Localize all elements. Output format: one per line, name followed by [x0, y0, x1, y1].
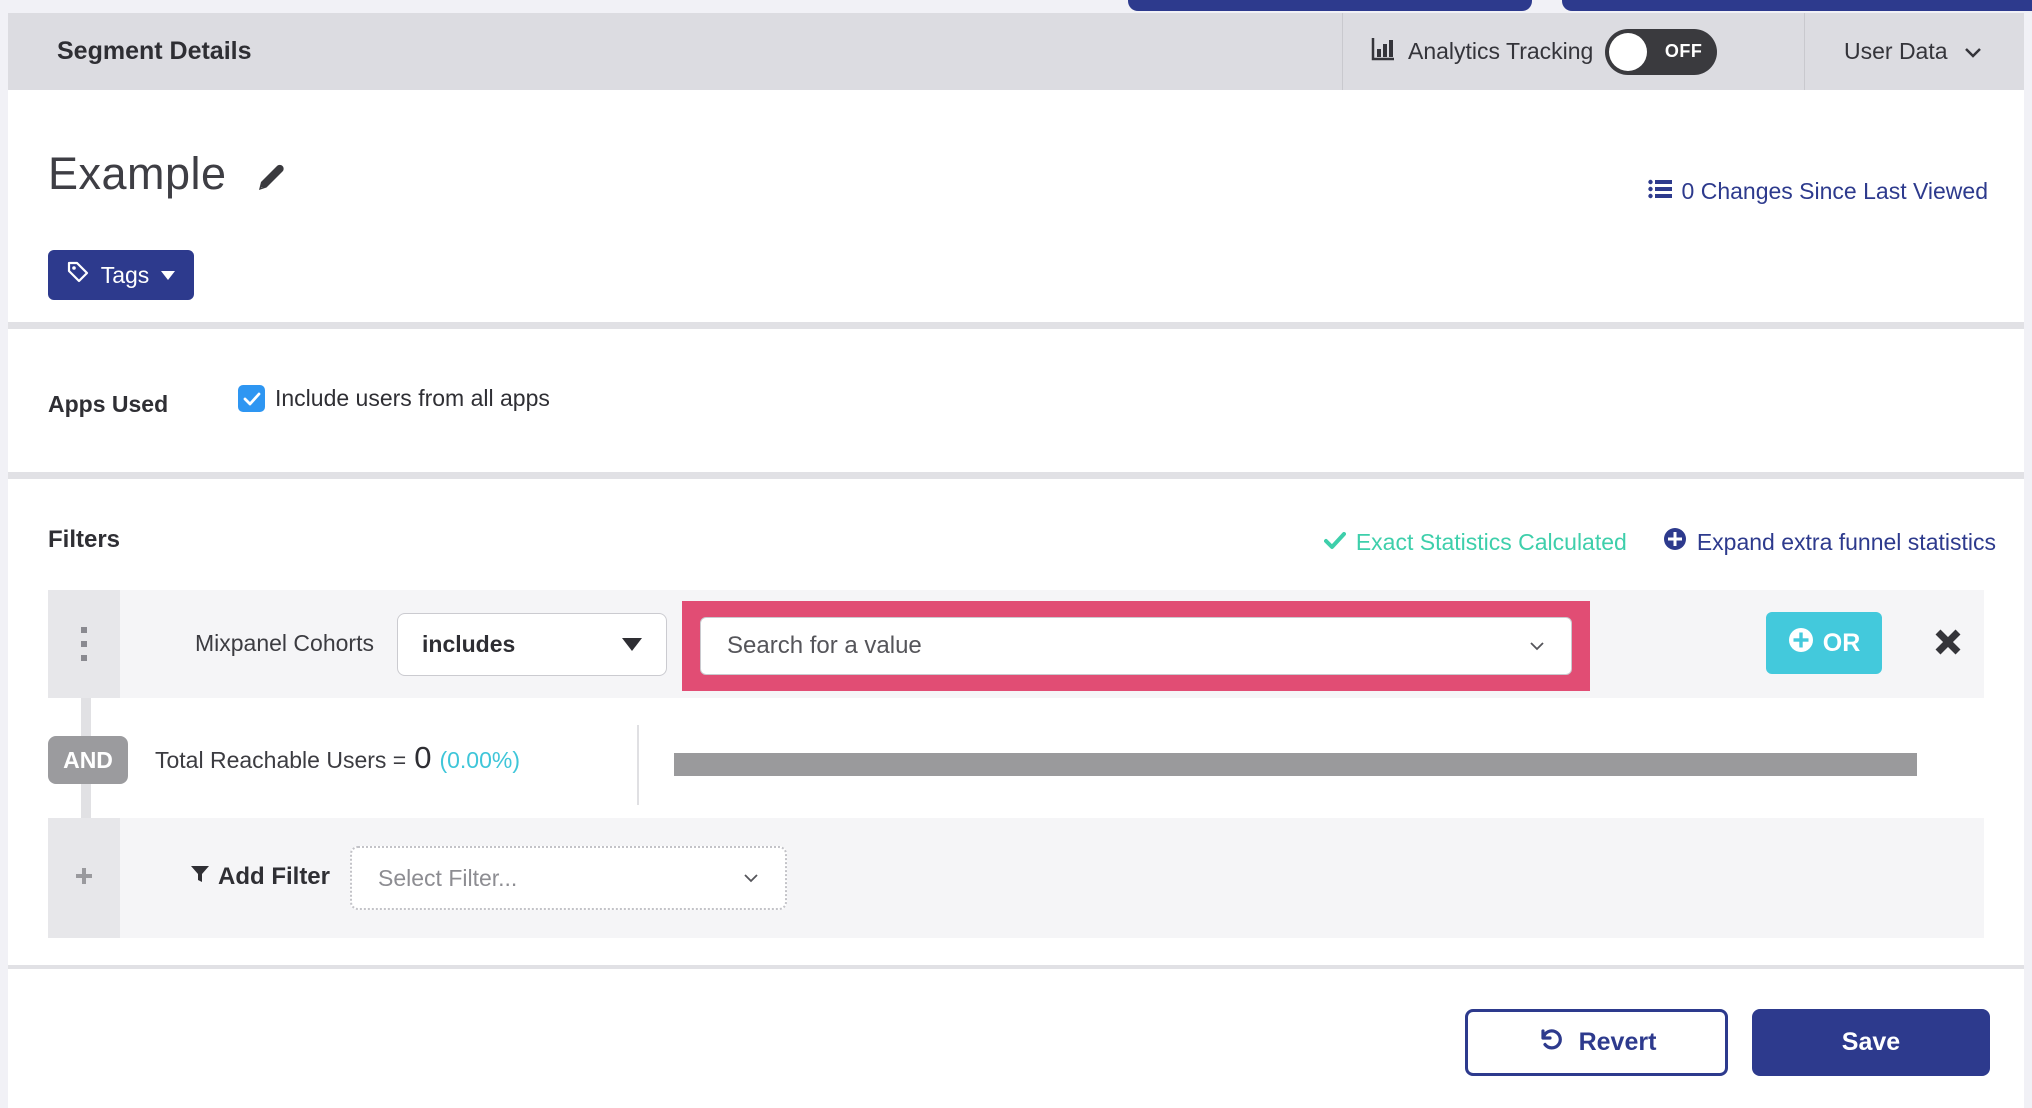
include-all-apps-checkbox[interactable] — [238, 385, 265, 412]
filter-operator-select[interactable]: includes — [397, 613, 667, 676]
segment-card: Segment Details Analytics Tracking OFF U… — [8, 13, 2024, 1108]
segment-name: Example — [48, 148, 227, 199]
top-cutoff-button-left[interactable] — [1128, 0, 1532, 11]
header-bar: Segment Details Analytics Tracking OFF U… — [8, 13, 2024, 90]
add-filter-row: Add Filter Select Filter... — [48, 818, 1984, 938]
tags-button[interactable]: Tags — [48, 250, 194, 300]
segment-details-page: Segment Details Analytics Tracking OFF U… — [0, 0, 2032, 1108]
chevron-down-icon — [1964, 38, 1982, 65]
exact-statistics-status: Exact Statistics Calculated — [1323, 528, 1627, 556]
filter-field-name: Mixpanel Cohorts — [195, 630, 374, 656]
include-all-apps-control: Include users from all apps — [238, 385, 550, 412]
filters-title: Filters — [48, 526, 121, 553]
add-filter-label: Add Filter — [218, 863, 330, 890]
analytics-tracking-toggle[interactable]: OFF — [1605, 28, 1718, 75]
filter-drag-handle[interactable] — [48, 590, 120, 698]
chevron-down-icon — [743, 870, 759, 886]
plus-circle-icon — [1663, 527, 1687, 557]
page-title: Segment Details — [57, 37, 252, 65]
user-data-label: User Data — [1844, 38, 1948, 64]
expand-funnel-statistics-link[interactable]: Expand extra funnel statistics — [1663, 527, 1996, 557]
apps-used-section: Apps Used Include users from all apps — [8, 329, 2024, 472]
plus-icon — [74, 866, 94, 891]
header-divider — [1342, 13, 1343, 90]
tags-button-label: Tags — [100, 261, 150, 288]
expand-funnel-statistics-label: Expand extra funnel statistics — [1696, 528, 1996, 555]
plus-circle-icon — [1788, 627, 1814, 660]
segment-title-section: Example Tags 0 Changes Since Last Viewed — [8, 90, 2024, 322]
changes-link-label: 0 Changes Since Last Viewed — [1681, 178, 1988, 204]
user-data-dropdown[interactable]: User Data — [1844, 38, 1982, 65]
chevron-down-icon — [1529, 638, 1545, 654]
revert-button-label: Revert — [1578, 1028, 1657, 1056]
check-icon — [1323, 529, 1346, 556]
vertical-divider — [637, 725, 639, 805]
and-badge: AND — [48, 736, 128, 784]
filter-row: Mixpanel Cohorts includes Search for a v… — [48, 590, 1984, 698]
edit-pencil-icon[interactable] — [255, 160, 289, 199]
include-all-apps-label: Include users from all apps — [275, 385, 550, 411]
reachable-users-progress-bar — [674, 753, 1917, 776]
save-button[interactable]: Save — [1752, 1009, 1990, 1076]
caret-down-icon — [622, 638, 642, 651]
add-or-condition-button[interactable]: OR — [1766, 612, 1882, 674]
filter-value-select[interactable]: Search for a value — [700, 617, 1572, 675]
changes-since-last-viewed-link[interactable]: 0 Changes Since Last Viewed — [1647, 178, 1988, 205]
filter-operator-value: includes — [422, 631, 516, 657]
total-reachable-percent: (0.00%) — [439, 747, 521, 773]
exact-statistics-label: Exact Statistics Calculated — [1355, 528, 1627, 555]
top-cutoff-button-right[interactable] — [1562, 0, 2032, 11]
footer-actions-section: Revert Save — [8, 969, 2024, 1108]
analytics-tracking-control: Analytics Tracking OFF — [1370, 28, 1718, 75]
analytics-tracking-label: Analytics Tracking — [1408, 38, 1594, 64]
filter-value-placeholder: Search for a value — [727, 632, 922, 659]
total-reachable-label: Total Reachable Users = — [155, 747, 407, 773]
header-divider — [1804, 13, 1805, 90]
apps-used-label: Apps Used — [48, 391, 169, 417]
toggle-state-label: OFF — [1664, 41, 1703, 61]
add-filter-label-group: Add Filter — [190, 863, 330, 891]
funnel-icon — [190, 863, 210, 891]
drag-dots-icon — [81, 627, 87, 661]
remove-filter-button[interactable] — [1924, 618, 1972, 666]
highlight-annotation-box: Search for a value — [682, 601, 1590, 691]
total-reachable-users: Total Reachable Users = 0 (0.00%) — [155, 740, 520, 776]
or-button-label: OR — [1822, 628, 1861, 657]
toggle-knob — [1609, 32, 1648, 71]
save-button-label: Save — [1841, 1028, 1901, 1056]
filters-section: Filters Exact Statistics Calculated Expa… — [8, 479, 2024, 965]
select-filter-placeholder: Select Filter... — [378, 864, 518, 891]
tag-icon — [67, 261, 89, 289]
filters-status-row: Exact Statistics Calculated Expand extra… — [1323, 527, 1996, 557]
bullet-list-icon — [1647, 178, 1672, 205]
undo-arrow-icon — [1537, 1026, 1563, 1059]
caret-down-icon — [161, 270, 176, 280]
close-x-icon — [1935, 629, 1961, 655]
revert-button[interactable]: Revert — [1465, 1009, 1728, 1076]
add-filter-handle — [48, 818, 120, 938]
checkbox-check-icon — [243, 392, 260, 405]
bar-chart-icon — [1370, 36, 1396, 67]
select-filter-dropdown[interactable]: Select Filter... — [350, 846, 787, 910]
total-reachable-value: 0 — [414, 740, 432, 775]
